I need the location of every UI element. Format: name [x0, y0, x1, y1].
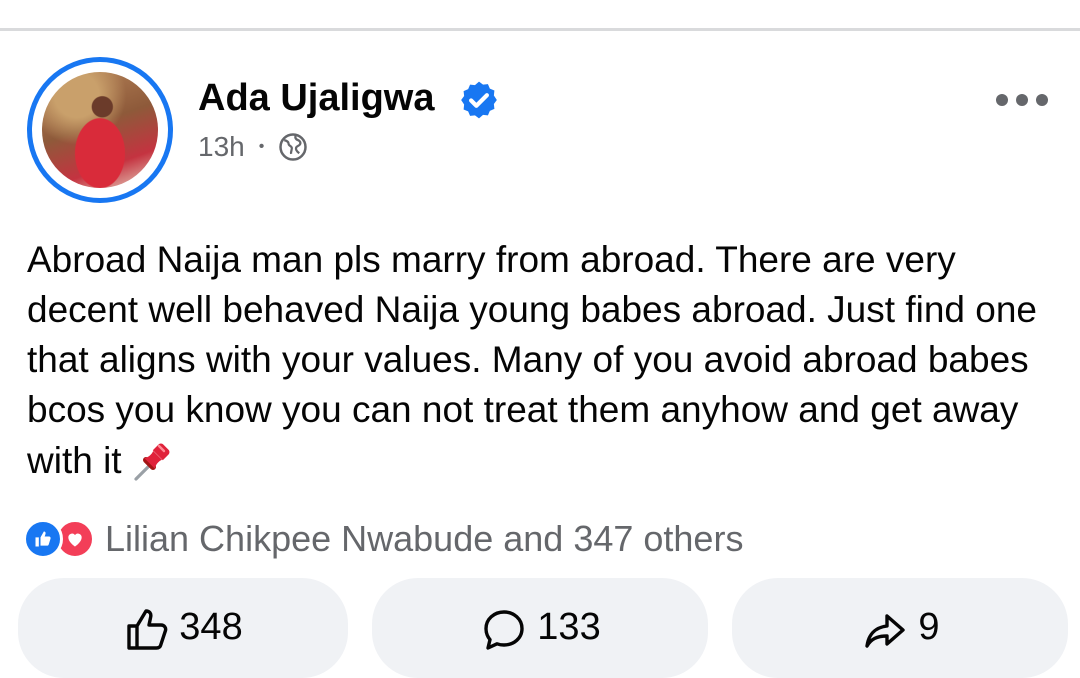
post-timestamp[interactable]: 13h	[198, 131, 245, 163]
share-button[interactable]: 9	[732, 578, 1068, 678]
like-button[interactable]: 348	[18, 578, 348, 678]
share-arrow-icon	[865, 614, 906, 648]
verified-badge-icon	[461, 81, 497, 119]
comment-button[interactable]: 133	[372, 578, 708, 678]
reactions-summary-text[interactable]: Lilian Chikpee Nwabude and 347 others	[105, 518, 743, 560]
menu-dot	[1016, 94, 1028, 106]
more-options-icon[interactable]	[996, 88, 1048, 112]
like-reaction-icon	[23, 519, 63, 559]
meta-separator: •	[258, 138, 265, 155]
author-avatar-story-ring[interactable]	[27, 57, 173, 203]
post-text: Abroad Naija man pls marry from abroad. …	[27, 239, 1037, 481]
menu-dot	[1036, 94, 1048, 106]
share-count: 9	[918, 606, 940, 648]
post-meta: 13h •	[198, 130, 308, 164]
author-name[interactable]: Ada Ujaligwa	[198, 76, 435, 120]
avatar[interactable]	[42, 72, 158, 188]
comment-bubble-icon	[484, 610, 524, 650]
globe-icon[interactable]	[278, 132, 308, 162]
thumbs-up-icon	[127, 609, 168, 650]
top-divider	[0, 28, 1080, 31]
pushpin-emoji-icon	[133, 443, 170, 481]
reactions-summary[interactable]: Lilian Chikpee Nwabude and 347 others	[23, 516, 743, 562]
like-count: 348	[179, 606, 243, 648]
post-body: Abroad Naija man pls marry from abroad. …	[27, 235, 1057, 486]
comment-count: 133	[537, 606, 601, 648]
menu-dot	[996, 94, 1008, 106]
